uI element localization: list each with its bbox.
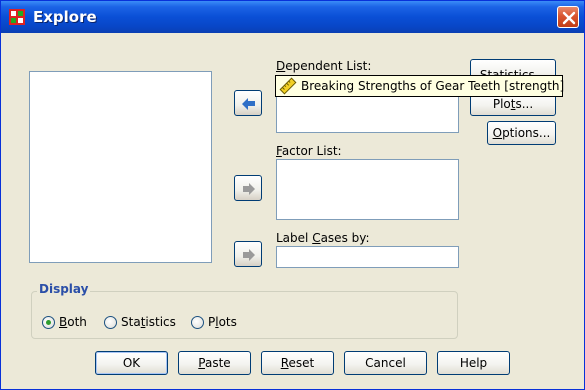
options-button-label: Options... bbox=[492, 126, 551, 140]
radio-statistics-label[interactable]: Statistics bbox=[121, 315, 176, 329]
display-legend: Display bbox=[37, 282, 91, 296]
arrow-right-icon bbox=[243, 249, 255, 261]
radio-plots[interactable] bbox=[191, 316, 204, 329]
radio-selected-dot bbox=[46, 320, 51, 325]
radio-statistics[interactable] bbox=[104, 316, 117, 329]
paste-button[interactable]: Paste bbox=[178, 351, 251, 375]
plots-button-label: Plots... bbox=[492, 97, 534, 111]
title-bar[interactable]: Explore bbox=[1, 1, 584, 33]
radio-plots-label[interactable]: Plots bbox=[208, 315, 237, 329]
tooltip-text: Breaking Strengths of Gear Teeth [streng… bbox=[301, 79, 565, 93]
close-icon bbox=[562, 11, 576, 25]
display-group bbox=[31, 291, 458, 339]
dependent-list-label: Dependent List: bbox=[276, 59, 372, 73]
reset-button-label: Reset bbox=[280, 356, 315, 370]
options-button[interactable]: Options... bbox=[487, 121, 556, 145]
help-button-label: Help bbox=[459, 356, 488, 370]
arrow-right-icon bbox=[243, 183, 255, 195]
ruler-icon bbox=[279, 77, 297, 95]
move-to-factor-button[interactable] bbox=[234, 175, 262, 201]
help-button[interactable]: Help bbox=[437, 351, 510, 375]
label-cases-label: Label Cases by: bbox=[276, 231, 370, 245]
source-variable-list[interactable] bbox=[29, 71, 212, 263]
explore-dialog: Explore Dependent List: Factor List: Lab… bbox=[0, 0, 585, 390]
cancel-button-label: Cancel bbox=[365, 356, 406, 370]
factor-list[interactable] bbox=[276, 159, 459, 220]
reset-button[interactable]: Reset bbox=[261, 351, 334, 375]
ok-button[interactable]: OK bbox=[95, 351, 168, 375]
move-to-dependent-button[interactable] bbox=[234, 90, 262, 116]
spss-grid-icon bbox=[9, 9, 25, 25]
cancel-button[interactable]: Cancel bbox=[344, 351, 427, 375]
close-button[interactable] bbox=[557, 6, 579, 28]
arrow-left-icon bbox=[242, 98, 255, 110]
factor-list-label: Factor List: bbox=[276, 144, 342, 158]
paste-button-label: Paste bbox=[198, 356, 231, 370]
window-title: Explore bbox=[33, 8, 97, 26]
radio-both[interactable] bbox=[42, 316, 55, 329]
move-to-label-button[interactable] bbox=[234, 241, 262, 267]
radio-both-label[interactable]: Both bbox=[59, 315, 87, 329]
variable-tooltip: Breaking Strengths of Gear Teeth [streng… bbox=[275, 75, 565, 97]
label-cases-field[interactable] bbox=[276, 246, 459, 268]
ok-button-label: OK bbox=[122, 356, 141, 370]
